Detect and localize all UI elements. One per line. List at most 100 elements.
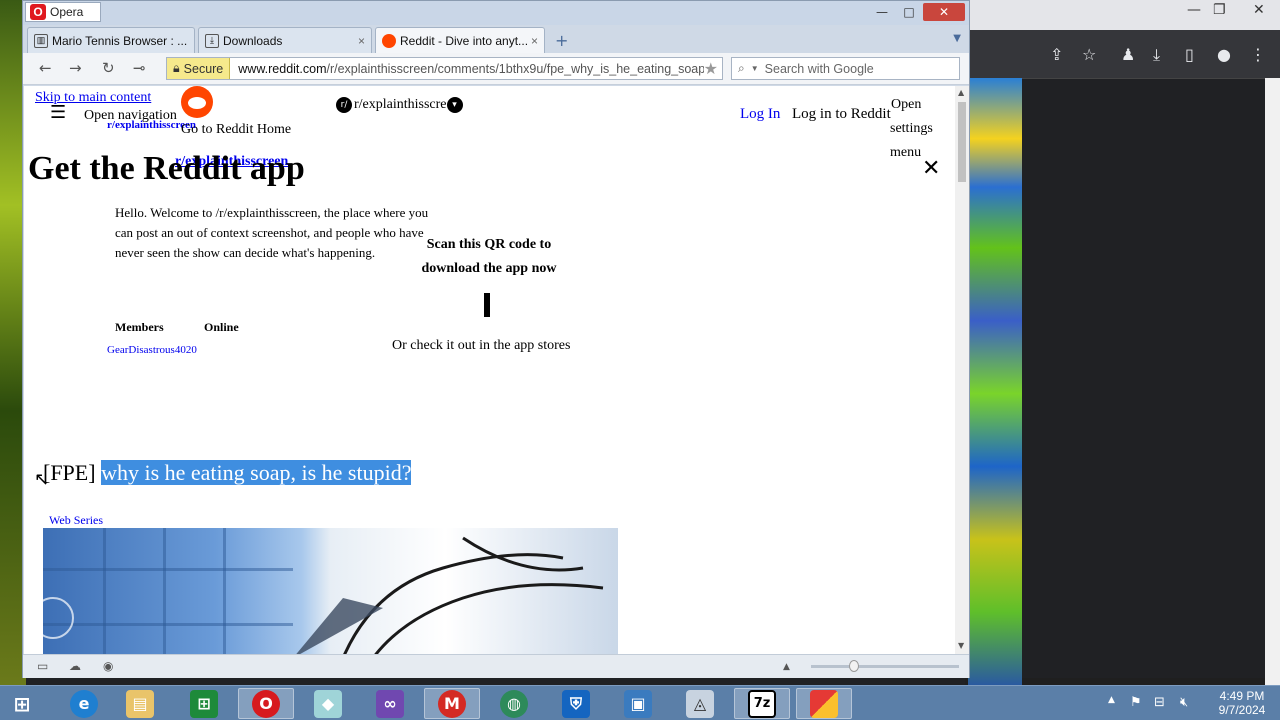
visual-studio-icon: ∞: [376, 689, 404, 718]
chrome-close-button[interactable]: ✕: [1253, 2, 1265, 18]
taskbar-defender[interactable]: ⛨: [548, 688, 604, 719]
hamburger-menu-icon[interactable]: ☰: [50, 102, 66, 123]
post-title[interactable]: [FPE] why is he eating soap, is he stupi…: [43, 460, 412, 486]
search-engine-chevron-icon[interactable]: ▼: [751, 64, 759, 73]
tab-downloads[interactable]: ⤓ Downloads ×: [198, 27, 372, 53]
network-icon[interactable]: ⊟: [1154, 695, 1165, 710]
lock-icon: 🔒︎: [173, 61, 180, 75]
download-icon[interactable]: ⤓: [1153, 45, 1160, 65]
panel-toggle-icon[interactable]: ▭: [37, 659, 48, 673]
new-tab-button[interactable]: +: [555, 31, 568, 50]
page-favicon-icon: ▥: [34, 33, 48, 48]
close-banner-icon[interactable]: ✕: [922, 156, 940, 181]
security-badge[interactable]: 🔒︎ Secure: [167, 58, 231, 79]
zoom-slider-handle[interactable]: [849, 660, 859, 672]
taskbar-7zip[interactable]: 7z: [734, 688, 790, 719]
clock-time: 4:49 PM: [1219, 689, 1265, 703]
app-stores-text: Or check it out in the app stores: [392, 338, 571, 353]
subreddit-dropdown-icon: ▾: [446, 97, 463, 113]
taskbar-performance-monitor[interactable]: ◬: [672, 688, 728, 719]
search-field[interactable]: ⌕ ▼ Search with Google: [731, 57, 960, 80]
opera-logo-icon: O: [30, 4, 46, 20]
taskbar-visual-studio[interactable]: ∞: [362, 688, 418, 719]
go-to-reddit-home-link[interactable]: Go to Reddit Home: [181, 122, 291, 138]
start-button[interactable]: ⊞: [0, 688, 44, 719]
security-label: Secure: [183, 61, 224, 76]
settings-menu-button-line3[interactable]: menu: [890, 145, 921, 161]
turbo-cloud-icon[interactable]: ☁: [69, 659, 81, 673]
reddit-favicon-icon: [382, 33, 396, 48]
forward-button[interactable]: →: [69, 59, 82, 77]
reddit-logo-icon[interactable]: [181, 86, 213, 118]
sidebar-icon[interactable]: ▯: [1185, 45, 1194, 64]
volume-muted-icon[interactable]: 🔇︎: [1180, 695, 1188, 710]
taskbar-internet-explorer[interactable]: e: [56, 688, 112, 719]
bookmark-star-icon[interactable]: ★: [704, 59, 722, 78]
zoom-slider-track[interactable]: [811, 665, 959, 668]
action-center-flag-icon[interactable]: ⚑: [1130, 695, 1142, 710]
key-icon[interactable]: ⊸: [133, 59, 146, 77]
settings-menu-button-line2[interactable]: settings: [890, 121, 933, 137]
tab-mario-tennis[interactable]: ▥ Mario Tennis Browser : ...: [27, 27, 195, 53]
show-hidden-icons-icon[interactable]: ▲: [1108, 695, 1115, 705]
chrome-scrollbar[interactable]: [1265, 78, 1280, 685]
scroll-up-icon[interactable]: ▲: [958, 88, 964, 97]
taskbar-app-eraser[interactable]: ◆: [300, 688, 356, 719]
tab-bar: ▥ Mario Tennis Browser : ... ⤓ Downloads…: [23, 27, 969, 53]
settings-menu-button-line1[interactable]: Open: [891, 97, 921, 113]
taskbar-network-app[interactable]: ◍: [486, 688, 542, 719]
search-placeholder: Search with Google: [764, 61, 874, 76]
taskbar-remote-desktop[interactable]: ▣: [610, 688, 666, 719]
opera-menu-button[interactable]: O Opera: [25, 2, 101, 22]
taskbar-chrome[interactable]: [796, 688, 852, 719]
system-clock[interactable]: 4:49 PM 9/7/2024: [1208, 689, 1276, 717]
share-icon[interactable]: ⇪: [1050, 45, 1063, 64]
scrollbar-thumb[interactable]: [958, 102, 966, 182]
taskbar-file-explorer[interactable]: ▤: [112, 688, 168, 719]
bookmark-star-icon[interactable]: ☆: [1082, 45, 1096, 64]
address-bar[interactable]: 🔒︎ Secure www.reddit.com/r/explainthissc…: [166, 57, 723, 80]
page-vertical-scrollbar[interactable]: ▲ ▼: [955, 86, 969, 654]
subreddit-header[interactable]: r/r/explainthisscre ▾: [336, 97, 465, 113]
soap-figure-illustration: [43, 536, 604, 654]
scroll-down-icon[interactable]: ▼: [958, 641, 964, 650]
internet-explorer-icon: e: [70, 689, 98, 718]
user-link[interactable]: GearDisastrous4020: [107, 344, 197, 356]
web-series-flair-link[interactable]: Web Series: [49, 513, 103, 528]
qr-instructions: Scan this QR code to download the app no…: [421, 237, 557, 276]
opera-icon: O: [252, 689, 280, 718]
online-label: Online: [204, 320, 239, 334]
tab-list-chevron-icon[interactable]: ▼: [953, 33, 961, 44]
log-in-link[interactable]: Log In: [740, 106, 780, 123]
subreddit-header-label: r/explainthisscre: [354, 97, 447, 113]
close-window-button[interactable]: ✕: [923, 3, 965, 21]
windows-taskbar: ⊞ e ▤ ⊞ O ◆ ∞ M ◍ ⛨ ▣ ◬ 7z ▲ ⚑ ⊟ 🔇︎ 4:49…: [0, 685, 1280, 720]
chrome-toolbar: ⇪ ☆ ♟ ⤓ ▯ ● ⋮: [965, 30, 1280, 78]
chrome-menu-icon[interactable]: ⋮: [1250, 45, 1266, 64]
tab-close-icon[interactable]: ×: [531, 34, 538, 48]
profile-icon[interactable]: ●: [1217, 45, 1231, 64]
minimize-button[interactable]: —: [868, 3, 896, 21]
url-path: /r/explainthisscreen/comments/1bthx9u/fp…: [326, 61, 704, 76]
zoom-options-icon[interactable]: ▲: [783, 662, 790, 672]
maximize-button[interactable]: □: [895, 3, 923, 21]
back-button[interactable]: ←: [39, 59, 52, 77]
url-host: www.reddit.com: [238, 61, 327, 76]
globe-icon: ◍: [500, 689, 528, 718]
taskbar-store[interactable]: ⊞: [176, 688, 232, 719]
tab-reddit[interactable]: Reddit - Dive into anyt... ×: [375, 27, 545, 53]
taskbar-opera[interactable]: O: [238, 688, 294, 719]
post-image[interactable]: [43, 528, 618, 654]
camera-icon[interactable]: ◉: [103, 659, 113, 673]
reload-button[interactable]: ↻: [102, 59, 115, 77]
extension-icon[interactable]: ♟: [1121, 45, 1135, 64]
monitor-chart-icon: ◬: [686, 689, 714, 718]
log-in-to-reddit-button[interactable]: Log in to Reddit: [792, 106, 891, 123]
tab-close-icon[interactable]: ×: [358, 34, 365, 48]
url-text[interactable]: www.reddit.com/r/explainthisscreen/comme…: [230, 62, 703, 76]
welcome-text: Hello. Welcome to /r/explainthisscreen, …: [115, 205, 429, 260]
chrome-minimize-button[interactable]: —: [1187, 2, 1201, 18]
opera-app-name: Opera: [50, 5, 84, 19]
chrome-restore-button[interactable]: ❐: [1213, 2, 1226, 18]
taskbar-mario-game[interactable]: M: [424, 688, 480, 719]
